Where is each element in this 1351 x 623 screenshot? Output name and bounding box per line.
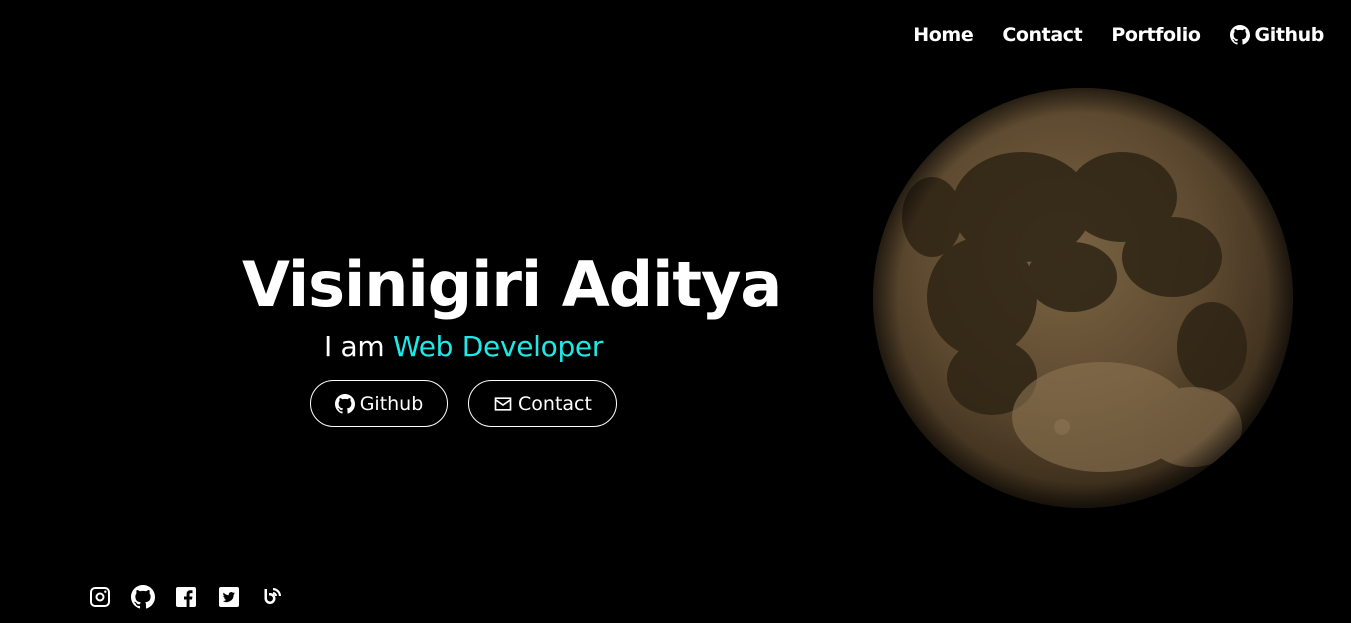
github-button-label: Github	[359, 392, 424, 415]
github-icon[interactable]	[131, 585, 155, 609]
contact-button[interactable]: Contact	[468, 380, 617, 427]
blog-icon[interactable]	[260, 585, 284, 609]
twitter-icon[interactable]	[217, 585, 241, 609]
moon-image	[873, 88, 1293, 508]
github-icon	[334, 393, 355, 414]
hero-name: Visinigiri Aditya	[242, 248, 782, 321]
nav-contact-link[interactable]: Contact	[1002, 24, 1082, 46]
envelope-icon	[494, 396, 512, 411]
github-button[interactable]: Github	[310, 380, 448, 427]
github-icon	[1229, 25, 1250, 45]
nav-contact-label: Contact	[1002, 24, 1083, 46]
nav-home-link[interactable]: Home	[913, 24, 973, 46]
nav-home-label: Home	[913, 24, 974, 46]
nav-portfolio-label: Portfolio	[1111, 24, 1201, 46]
hero-tagline: I am Web Developer	[324, 330, 603, 364]
tagline-role: Web Developer	[393, 330, 604, 363]
contact-button-label: Contact	[518, 392, 592, 415]
nav-portfolio-link[interactable]: Portfolio	[1111, 24, 1201, 46]
top-nav: Home Contact Portfolio Github	[913, 24, 1324, 46]
nav-github-label: Github	[1254, 24, 1325, 46]
social-links	[88, 585, 284, 609]
nav-github-link[interactable]: Github	[1229, 24, 1325, 46]
tagline-prefix: I am	[324, 330, 385, 363]
instagram-icon[interactable]	[88, 585, 112, 609]
facebook-icon[interactable]	[174, 585, 198, 609]
